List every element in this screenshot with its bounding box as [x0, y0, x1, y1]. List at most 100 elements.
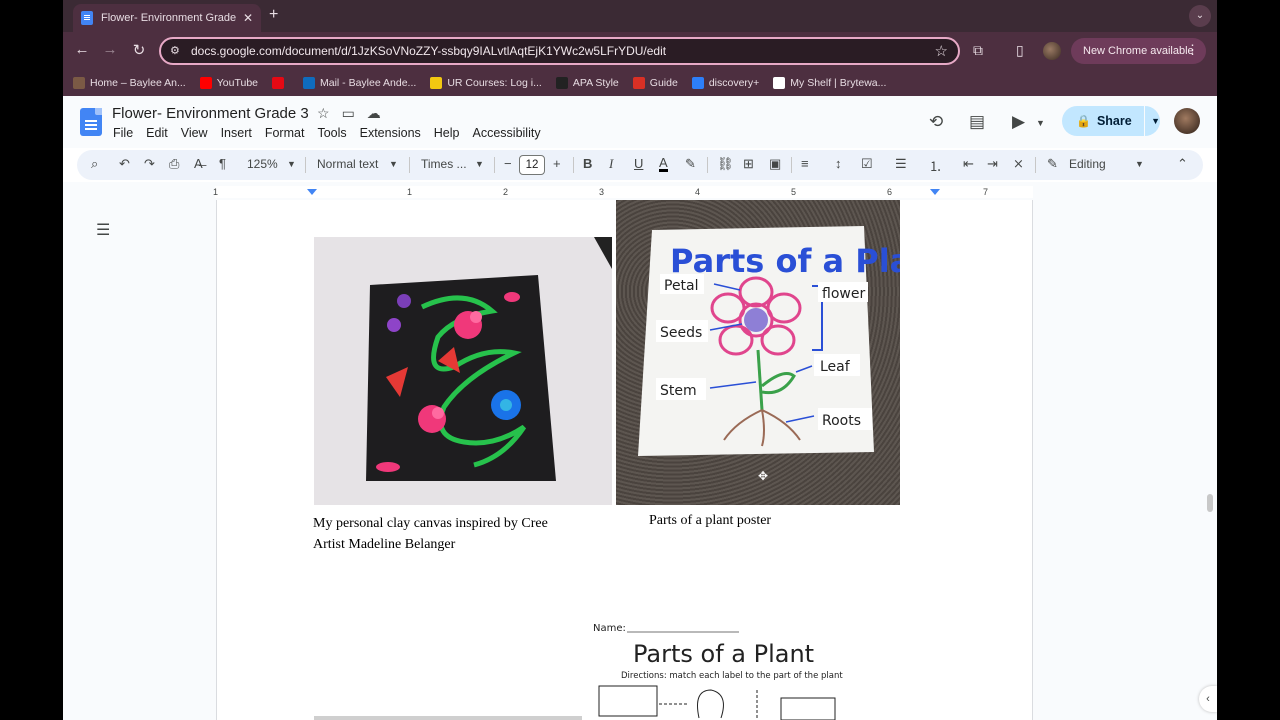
bookmark-item[interactable]: UR Courses: Log i...: [430, 77, 542, 89]
paint-format-icon[interactable]: ¶: [219, 156, 226, 171]
poster-label: flower: [822, 286, 865, 302]
plant-worksheet-image[interactable]: Name: Parts of a Plant Directions: match…: [589, 618, 857, 720]
poster-label: Roots: [822, 413, 861, 429]
bookmark-label: Mail - Baylee Ande...: [320, 77, 417, 89]
poster-label: Leaf: [820, 359, 851, 375]
menu-bar: File Edit View Insert Format Tools Extensions H…: [113, 126, 541, 140]
back-icon[interactable]: ←: [72, 41, 92, 58]
share-dropdown-icon[interactable]: ▼: [1151, 116, 1160, 126]
add-comment-icon[interactable]: ⊞: [743, 156, 754, 172]
menu-extensions[interactable]: Extensions: [360, 126, 421, 140]
style-select[interactable]: Normal text: [317, 157, 378, 171]
highlight-icon[interactable]: ✎: [685, 156, 696, 172]
ruler-tick-label: 7: [983, 187, 989, 197]
insert-image-icon[interactable]: ▣: [769, 156, 781, 172]
close-tab-icon[interactable]: ✕: [243, 11, 253, 25]
menu-edit[interactable]: Edit: [146, 126, 168, 140]
profile-avatar[interactable]: [1043, 42, 1061, 60]
move-cursor-icon: ✥: [758, 469, 768, 483]
decrease-font-size-icon[interactable]: −: [504, 156, 512, 171]
worksheet-name-label: Name:: [593, 623, 626, 634]
forward-icon[interactable]: →: [100, 41, 120, 58]
right-indent-marker[interactable]: [930, 189, 940, 195]
font-dropdown-icon[interactable]: ▼: [475, 159, 484, 169]
address-bar[interactable]: ⚙ docs.google.com/document/d/1JzKSoVNoZZ…: [159, 37, 960, 65]
tab-search-icon[interactable]: ⌄: [1189, 5, 1211, 27]
bookmark-item[interactable]: Home – Baylee An...: [73, 77, 186, 89]
font-size-input[interactable]: 12: [519, 155, 545, 175]
hide-menus-icon[interactable]: ⌃: [1177, 156, 1188, 172]
font-select[interactable]: Times ...: [421, 157, 467, 171]
insert-link-icon[interactable]: ⛓: [717, 156, 734, 172]
move-folder-icon[interactable]: ▭: [342, 105, 355, 122]
zoom-select[interactable]: 125%: [247, 157, 278, 171]
chrome-menu-icon[interactable]: ⋮: [1186, 42, 1199, 58]
menu-insert[interactable]: Insert: [221, 126, 252, 140]
ruler-track[interactable]: [215, 186, 1033, 198]
bookmark-item[interactable]: discovery+: [691, 77, 759, 89]
meet-dropdown-icon[interactable]: ▼: [1036, 118, 1045, 128]
side-panel-toggle-icon[interactable]: ‹: [1199, 686, 1217, 712]
menu-file[interactable]: File: [113, 126, 133, 140]
bookmark-label: My Shelf | Brytewa...: [790, 77, 887, 89]
bookmark-item[interactable]: APA Style: [555, 77, 619, 89]
document-outline-icon[interactable]: ☰: [96, 220, 110, 240]
star-icon[interactable]: ☆: [317, 105, 330, 122]
extensions-icon[interactable]: ⧉: [973, 42, 983, 59]
menu-view[interactable]: View: [181, 126, 208, 140]
reload-icon[interactable]: ↻: [129, 41, 149, 59]
clay-canvas-image[interactable]: [314, 237, 612, 505]
bookmark-item[interactable]: Guide: [632, 77, 678, 89]
text-color-icon[interactable]: A: [659, 156, 668, 172]
meet-icon[interactable]: ▶: [1012, 112, 1025, 132]
bookmark-item[interactable]: My Shelf | Brytewa...: [773, 77, 886, 89]
line-spacing-icon[interactable]: ↕: [835, 156, 842, 171]
decrease-indent-icon[interactable]: ⇤: [963, 156, 974, 172]
underline-icon[interactable]: U: [634, 156, 643, 171]
align-icon[interactable]: ≡: [801, 156, 809, 171]
side-panel-icon[interactable]: ▯: [1016, 42, 1024, 59]
increase-indent-icon[interactable]: ⇥: [987, 156, 998, 172]
bookmark-item[interactable]: Mail - Baylee Ande...: [303, 77, 416, 89]
italic-icon[interactable]: I: [609, 156, 613, 172]
site-info-icon[interactable]: ⚙: [170, 44, 180, 57]
bulleted-list-icon[interactable]: ☰: [895, 156, 907, 172]
bold-icon[interactable]: B: [583, 156, 592, 171]
new-tab-icon[interactable]: +: [269, 6, 278, 24]
checklist-icon[interactable]: ☑: [861, 156, 873, 172]
bookmark-item[interactable]: [272, 77, 289, 89]
version-history-icon[interactable]: ⟲: [929, 112, 943, 132]
plant-poster-image[interactable]: Parts of a Plant Petal flower: [616, 200, 900, 505]
editing-mode-select[interactable]: Editing: [1069, 157, 1106, 171]
increase-font-size-icon[interactable]: +: [553, 156, 561, 171]
poster-title: Parts of a Plant: [670, 242, 900, 280]
numbered-list-icon[interactable]: ⒈: [929, 156, 942, 175]
spellcheck-icon[interactable]: A̶: [194, 156, 203, 171]
user-avatar[interactable]: [1174, 108, 1200, 134]
print-icon[interactable]: ⎙: [169, 156, 179, 172]
menu-accessibility[interactable]: Accessibility: [473, 126, 541, 140]
menu-format[interactable]: Format: [265, 126, 305, 140]
undo-icon[interactable]: ↶: [119, 156, 130, 172]
browser-tab[interactable]: Flower- Environment Grade 3 ✕: [73, 4, 261, 32]
comments-icon[interactable]: ▤: [969, 112, 985, 132]
share-button[interactable]: 🔒 Share ▼: [1062, 106, 1160, 136]
redo-icon[interactable]: ↷: [144, 156, 155, 172]
bookmark-star-icon[interactable]: ☆: [935, 42, 948, 60]
zoom-dropdown-icon[interactable]: ▼: [287, 159, 296, 169]
docs-home-icon[interactable]: [80, 108, 102, 136]
scrollbar-thumb[interactable]: [1207, 494, 1213, 512]
menu-tools[interactable]: Tools: [317, 126, 346, 140]
document-title[interactable]: Flower- Environment Grade 3: [112, 105, 309, 122]
clear-formatting-icon[interactable]: ⨯: [1013, 156, 1024, 172]
left-indent-marker[interactable]: [307, 189, 317, 195]
style-dropdown-icon[interactable]: ▼: [389, 159, 398, 169]
bookmark-item[interactable]: YouTube: [199, 77, 258, 89]
editing-mode-icon[interactable]: ✎: [1047, 156, 1058, 172]
menu-help[interactable]: Help: [434, 126, 460, 140]
editing-dropdown-icon[interactable]: ▼: [1135, 159, 1144, 169]
document-page[interactable]: Parts of a Plant Petal flower: [216, 200, 1033, 720]
cloud-status-icon[interactable]: ☁: [367, 105, 381, 122]
bookmark-label: Home – Baylee An...: [90, 77, 186, 89]
search-menus-icon[interactable]: ⌕: [91, 156, 98, 172]
